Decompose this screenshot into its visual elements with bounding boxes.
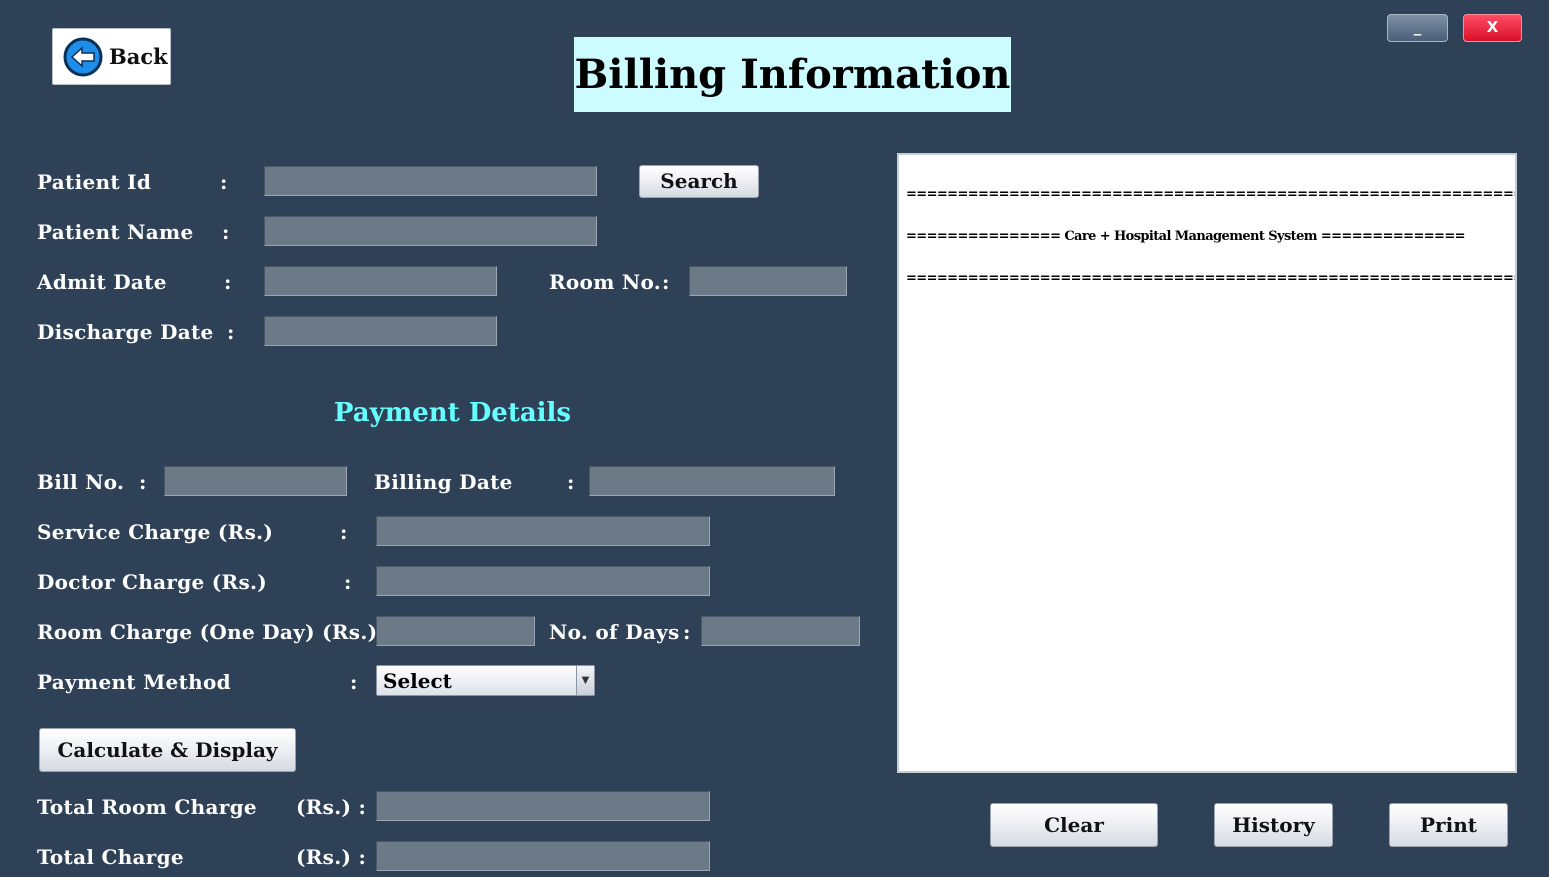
colon: : (139, 470, 147, 494)
payment-method-select[interactable]: Select ▼ (376, 665, 595, 696)
colon: : (220, 170, 228, 194)
clear-label: Clear (1044, 813, 1104, 837)
minimize-icon: _ (1413, 18, 1422, 36)
billing-date-input[interactable] (589, 466, 835, 496)
colon: : (224, 270, 232, 294)
calculate-display-button[interactable]: Calculate & Display (39, 728, 296, 772)
total-charge-label: Total Charge (37, 845, 184, 869)
back-button[interactable]: Back (52, 28, 171, 85)
search-button[interactable]: Search (639, 165, 759, 198)
total-room-charge-input[interactable] (376, 791, 710, 821)
no-of-days-label: No. of Days (549, 620, 680, 644)
bill-no-input[interactable] (164, 466, 347, 496)
colon: : (683, 620, 691, 644)
history-button[interactable]: History (1214, 803, 1333, 847)
payment-method-label: Payment Method (37, 670, 231, 694)
print-button[interactable]: Print (1389, 803, 1508, 847)
close-icon: X (1486, 18, 1499, 36)
colon: : (350, 670, 358, 694)
back-label: Back (109, 44, 168, 69)
total-room-charge-label: Total Room Charge (37, 795, 257, 819)
colon: : (227, 320, 235, 344)
admit-date-label: Admit Date (37, 270, 167, 294)
calculate-display-label: Calculate & Display (57, 738, 278, 762)
arrow-left-circle-icon (63, 37, 103, 77)
page-title: Billing Information (574, 37, 1011, 112)
patient-id-label: Patient Id (37, 170, 152, 194)
total-charge-input[interactable] (376, 841, 710, 871)
patient-name-input[interactable] (264, 216, 597, 246)
doctor-charge-input[interactable] (376, 566, 710, 596)
colon: : (344, 570, 352, 594)
clear-button[interactable]: Clear (990, 803, 1158, 847)
patient-name-label: Patient Name (37, 220, 194, 244)
service-charge-input[interactable] (376, 516, 710, 546)
room-charge-label: Room Charge (One Day) (Rs.) : (37, 620, 393, 644)
bill-separator-line: ========================================… (906, 187, 1515, 202)
history-label: History (1232, 813, 1315, 837)
search-label: Search (660, 169, 738, 193)
room-charge-input[interactable] (376, 616, 535, 646)
room-no-input[interactable] (689, 266, 847, 296)
payment-method-value: Select (383, 669, 452, 693)
close-button[interactable]: X (1463, 14, 1522, 42)
service-charge-label: Service Charge (Rs.) (37, 520, 274, 544)
bill-preview-area[interactable]: ========================================… (897, 153, 1517, 773)
bill-no-label: Bill No. (37, 470, 125, 494)
billing-date-label: Billing Date (374, 470, 513, 494)
total-charge-unit: (Rs.) : (296, 845, 367, 869)
bill-separator-line: ========================================… (906, 271, 1515, 286)
total-room-charge-unit: (Rs.) : (296, 795, 367, 819)
chevron-down-icon[interactable]: ▼ (576, 666, 594, 695)
room-no-label: Room No. (549, 270, 662, 294)
colon: : (340, 520, 348, 544)
discharge-date-label: Discharge Date (37, 320, 214, 344)
admit-date-input[interactable] (264, 266, 497, 296)
colon: : (222, 220, 230, 244)
no-of-days-input[interactable] (701, 616, 860, 646)
print-label: Print (1420, 813, 1477, 837)
billing-window: { "window": { "minimize_label": "_", "cl… (0, 0, 1549, 877)
colon: : (662, 270, 670, 294)
discharge-date-input[interactable] (264, 316, 497, 346)
colon: : (567, 470, 575, 494)
payment-details-heading: Payment Details (333, 398, 572, 428)
bill-header-line: =============== Care + Hospital Manageme… (906, 229, 1466, 244)
minimize-button[interactable]: _ (1387, 14, 1448, 42)
patient-id-input[interactable] (264, 166, 597, 196)
doctor-charge-label: Doctor Charge (Rs.) (37, 570, 268, 594)
